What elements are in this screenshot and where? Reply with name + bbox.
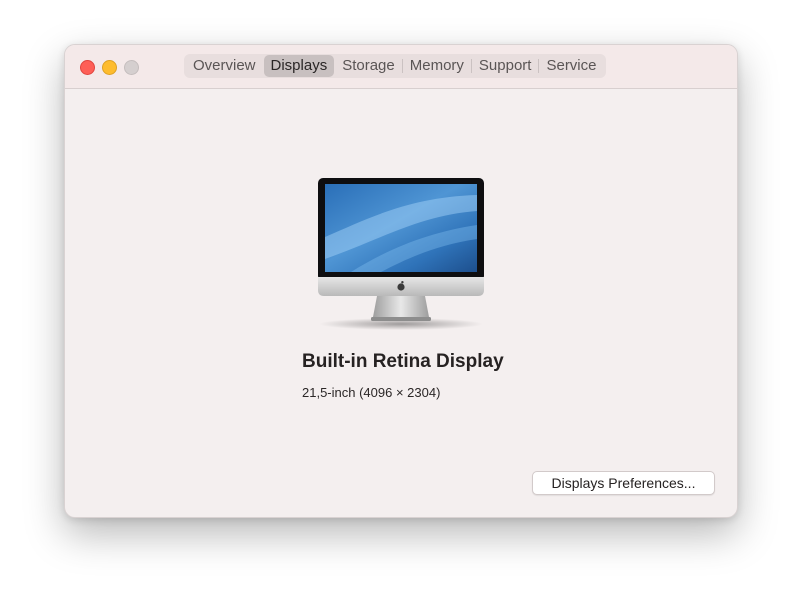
tab-support[interactable]: Support (472, 55, 539, 77)
about-this-mac-window: Overview Displays Storage Memory Support… (64, 44, 738, 518)
tab-displays[interactable]: Displays (263, 55, 335, 77)
displays-preferences-button[interactable]: Displays Preferences... (532, 471, 715, 495)
minimize-window-button[interactable] (102, 60, 117, 75)
display-name: Built-in Retina Display (302, 351, 504, 372)
displays-panel: Built-in Retina Display 21,5-inch (4096 … (65, 89, 737, 517)
tab-overview[interactable]: Overview (186, 55, 263, 77)
tab-storage[interactable]: Storage (335, 55, 402, 77)
display-spec: 21,5-inch (4096 × 2304) (302, 385, 441, 400)
imac-display-icon (318, 178, 484, 330)
close-window-button[interactable] (80, 60, 95, 75)
tab-service[interactable]: Service (539, 55, 603, 77)
tab-memory[interactable]: Memory (403, 55, 471, 77)
title-bar: Overview Displays Storage Memory Support… (65, 45, 737, 89)
tab-bar: Overview Displays Storage Memory Support… (184, 54, 606, 78)
zoom-window-button (124, 60, 139, 75)
